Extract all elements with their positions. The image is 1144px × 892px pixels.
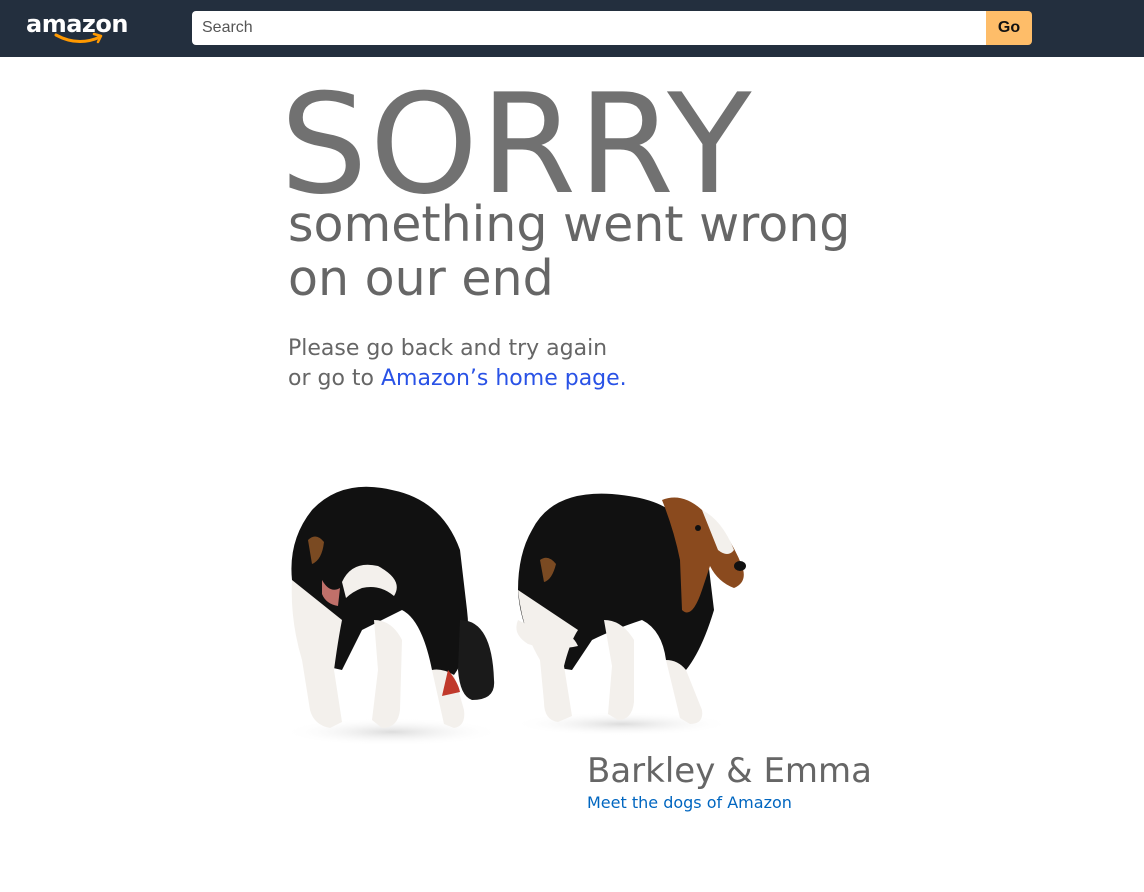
amazon-logo[interactable]: amazon [26, 9, 128, 47]
subtitle-line-2: on our end [288, 250, 554, 307]
subtitle-line-1: something went wrong [288, 196, 851, 253]
right-dog [516, 493, 746, 724]
smile-arrow-icon [54, 32, 103, 44]
dogs-image [282, 486, 746, 746]
go-button[interactable]: Go [986, 11, 1032, 45]
message-line-1: Please go back and try again [288, 336, 608, 361]
left-dog [291, 486, 495, 728]
error-message: Please go back and try again or go to Am… [288, 334, 808, 394]
meet-the-dogs-link[interactable]: Meet the dogs of Amazon [587, 792, 792, 814]
error-subtitle: something went wrong on our end [288, 198, 888, 306]
message-line-2-prefix: or go to [288, 366, 381, 391]
dog-names: Barkley & Emma [587, 751, 872, 791]
top-navigation-bar: amazon Go [0, 0, 1144, 57]
home-page-link[interactable]: Amazon’s home page. [381, 366, 627, 391]
search-input[interactable] [192, 11, 986, 45]
search-bar: Go [192, 11, 1032, 45]
